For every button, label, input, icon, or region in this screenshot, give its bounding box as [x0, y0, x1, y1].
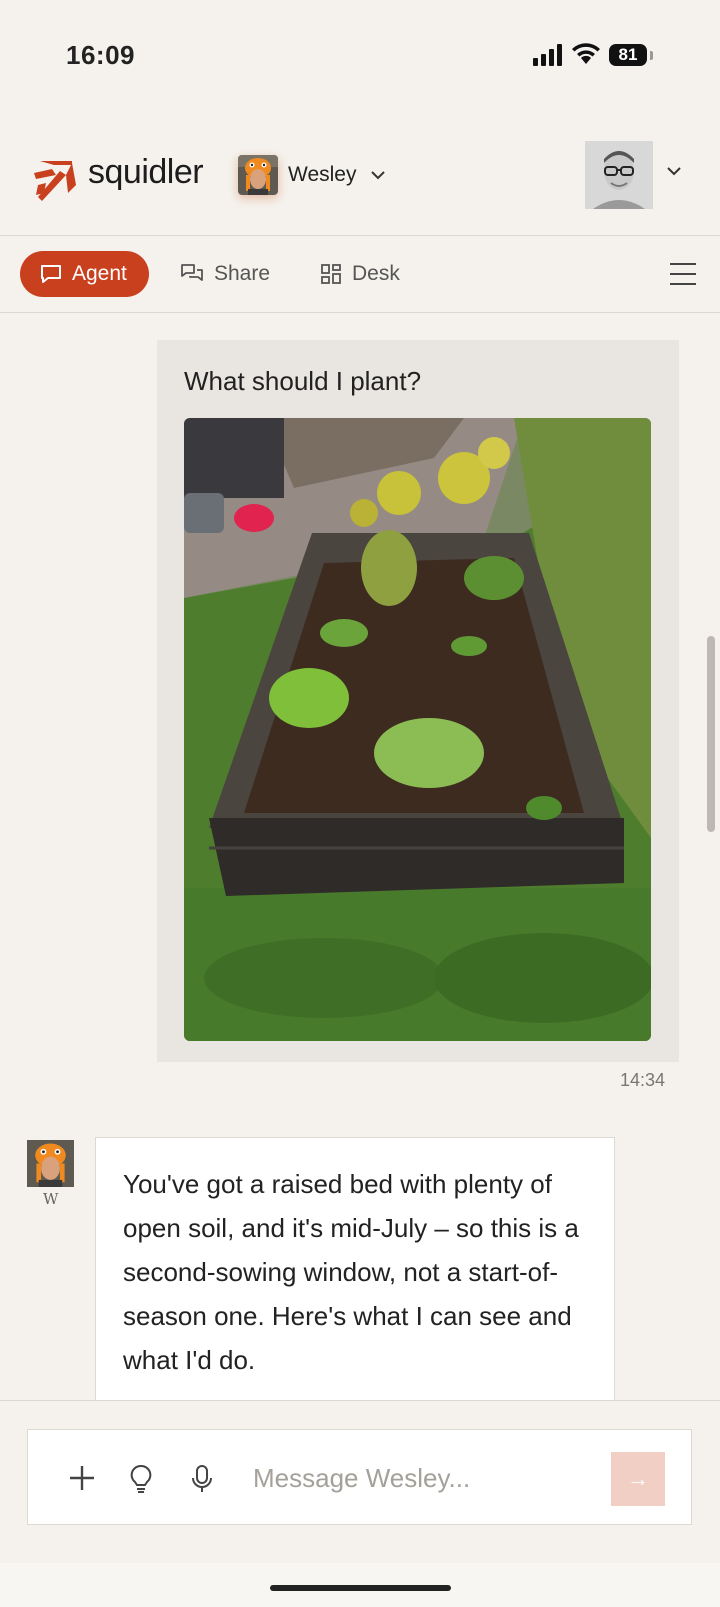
chevron-down-icon[interactable]	[370, 169, 386, 181]
status-time: 16:09	[66, 40, 135, 70]
user-message-text: What should I plant?	[184, 366, 422, 396]
message-composer: →	[27, 1429, 692, 1525]
scrollbar-thumb[interactable]	[707, 636, 715, 832]
user-message: What should I plant?	[157, 340, 679, 1062]
tab-bar: Agent Share Desk	[0, 236, 720, 313]
brand-name[interactable]: squidler	[88, 153, 204, 192]
user-avatar[interactable]	[585, 141, 653, 209]
battery-tip	[650, 51, 653, 60]
tab-desk-label: Desk	[352, 262, 400, 285]
agent-message-text: You've got a raised bed with plenty of o…	[123, 1169, 579, 1375]
message-input[interactable]	[251, 1454, 625, 1502]
squidler-logo-icon[interactable]	[32, 155, 80, 205]
status-bar: 16:09 81	[0, 0, 720, 110]
agent-reply-initial: W	[43, 1190, 59, 1208]
tab-agent[interactable]: Agent	[20, 251, 149, 297]
signal-icon	[533, 44, 562, 66]
share-chat-icon	[181, 264, 203, 281]
agent-reply-avatar	[27, 1140, 74, 1187]
battery-icon: 81	[609, 44, 647, 66]
account-chevron-down-icon[interactable]	[666, 165, 682, 177]
chat-bubble-icon	[41, 265, 61, 283]
plus-icon[interactable]	[68, 1464, 96, 1492]
composer-area: →	[0, 1400, 720, 1564]
app-header: squidler Wesley	[0, 125, 720, 236]
agent-avatar[interactable]	[238, 155, 278, 195]
tab-share-label: Share	[214, 262, 271, 285]
wifi-icon	[572, 43, 600, 64]
grid-icon	[321, 264, 341, 284]
tab-desk[interactable]: Desk	[320, 251, 400, 297]
tab-share[interactable]: Share	[180, 251, 270, 297]
agent-message: You've got a raised bed with plenty of o…	[95, 1137, 615, 1401]
microphone-icon[interactable]	[191, 1464, 213, 1494]
hamburger-menu-icon[interactable]	[670, 262, 696, 286]
send-button[interactable]: →	[611, 1452, 665, 1506]
agent-name[interactable]: Wesley	[288, 163, 356, 187]
lightbulb-icon[interactable]	[129, 1464, 153, 1494]
message-timestamp: 14:34	[620, 1070, 666, 1090]
garden-bed-photo[interactable]	[184, 418, 651, 1041]
tab-agent-label: Agent	[72, 262, 127, 285]
home-indicator[interactable]	[270, 1585, 451, 1591]
